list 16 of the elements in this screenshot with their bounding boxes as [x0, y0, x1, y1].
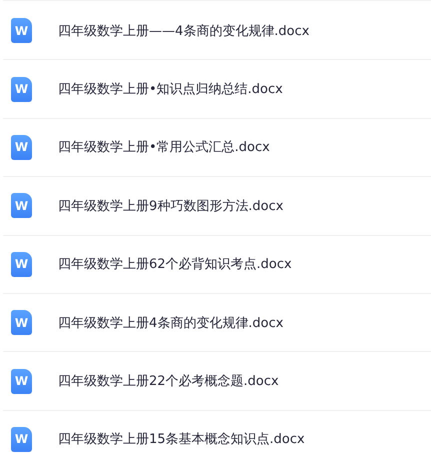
word-document-icon: W — [11, 310, 32, 336]
word-document-icon: W — [11, 193, 32, 218]
file-name[interactable]: 四年级数学上册15条基本概念知识点.docx — [58, 430, 305, 448]
word-document-icon: W — [11, 76, 32, 102]
file-name[interactable]: 四年级数学上册•常用公式汇总.docx — [58, 138, 270, 156]
file-name[interactable]: 四年级数学上册4条商的变化规律.docx — [58, 314, 284, 332]
word-document-icon: W — [11, 134, 32, 160]
word-document-icon: W — [11, 426, 32, 452]
file-name[interactable]: 四年级数学上册9种巧数图形方法.docx — [58, 196, 284, 215]
file-name[interactable]: 四年级数学上册22个必考概念题.docx — [58, 372, 279, 390]
word-document-icon: W — [11, 368, 32, 394]
file-name[interactable]: 四年级数学上册——4条商的变化规律.docx — [58, 22, 310, 40]
file-name[interactable]: 四年级数学上册62个必背知识考点.docx — [58, 255, 292, 274]
word-document-icon: W — [11, 18, 32, 44]
file-name[interactable]: 四年级数学上册•知识点归纳总结.docx — [58, 80, 283, 98]
word-document-icon: W — [11, 252, 32, 277]
